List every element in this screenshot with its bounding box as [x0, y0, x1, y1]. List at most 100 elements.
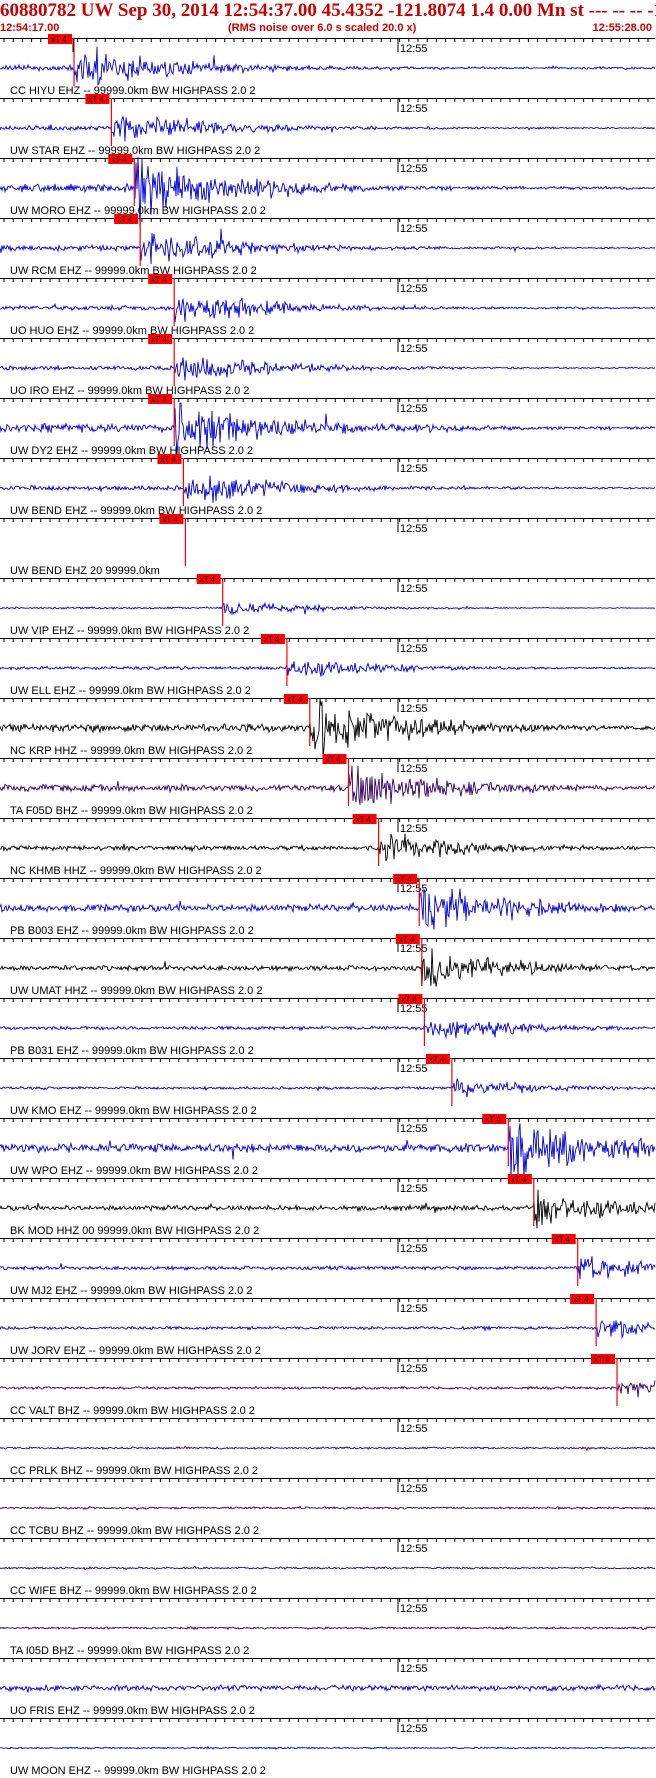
waveform-trace — [0, 888, 656, 930]
minute-tick-label: 12:55 — [400, 463, 428, 475]
pick-marker-label: xT 4 — [429, 1055, 445, 1064]
minute-tick-label: 12:55 — [400, 1363, 428, 1375]
minute-tick-label: 12:55 — [400, 703, 428, 715]
station-label: TA I05D BHZ -- 99999.0km BW HIGHPASS 2.0… — [10, 1645, 249, 1657]
pick-marker-label: xT 4 — [151, 275, 167, 284]
pick-marker-label: xT 4 — [117, 215, 133, 224]
waveform-trace — [0, 1565, 656, 1571]
station-label: UW ELL EHZ -- 99999.0km BW HIGHPASS 2.0 … — [10, 685, 251, 697]
pick-marker-label: xT 4 — [200, 575, 216, 584]
minute-tick-label: 12:55 — [400, 1723, 428, 1735]
minute-tick-label: 12:55 — [400, 283, 428, 295]
pick-marker-label: xT 4 — [326, 755, 342, 764]
pick-marker-label: xT 4 — [594, 1355, 610, 1364]
station-label: BK MOD HHZ 00 99999.0km BW HIGHPASS 2.0 … — [10, 1225, 259, 1237]
waveform-trace — [0, 1189, 656, 1229]
pick-marker-label: xT 4 — [485, 1115, 501, 1124]
waveform-trace — [0, 297, 656, 322]
minute-tick-label: 12:55 — [400, 1183, 428, 1195]
waveform-trace — [0, 765, 656, 805]
waveform-trace — [0, 1320, 656, 1339]
station-label: UW JORV EHZ -- 99999.0km BW HIGHPASS 2.0… — [10, 1345, 261, 1357]
pick-marker-label: xT 4 — [555, 1235, 571, 1244]
minute-tick-label: 12:55 — [400, 583, 428, 595]
station-label: TA F05D BHZ -- 99999.0km BW HIGHPASS 2.0… — [10, 805, 253, 817]
station-label: NC KHMB HHZ -- 99999.0km BW HIGHPASS 2.0… — [10, 865, 262, 877]
minute-tick-label: 12:55 — [400, 883, 428, 895]
waveform-trace — [0, 46, 656, 86]
waveform-trace — [0, 1256, 656, 1280]
station-label: CC TCBU BHZ -- 99999.0km BW HIGHPASS 2.0… — [10, 1525, 259, 1537]
minute-tick-label: 12:55 — [400, 103, 428, 115]
minute-tick-label: 12:55 — [400, 943, 428, 955]
station-label: UW VIP EHZ -- 99999.0km BW HIGHPASS 2.0 … — [10, 625, 249, 637]
station-label: UW RCM EHZ -- 99999.0km BW HIGHPASS 2.0 … — [10, 265, 257, 277]
pick-marker-label: xT 4 — [401, 995, 417, 1004]
station-label: NC KRP HHZ -- 99999.0km BW HIGHPASS 2.0 … — [10, 745, 252, 757]
waveform-trace — [0, 115, 656, 142]
pick-marker-label: xT 4 — [51, 35, 67, 44]
waveform-trace — [0, 1683, 656, 1693]
station-label: UW STAR EHZ -- 99999.0km BW HIGHPASS 2.0… — [10, 145, 260, 157]
minute-tick-label: 12:55 — [400, 1303, 428, 1315]
minute-tick-label: 12:55 — [400, 1483, 428, 1495]
minute-tick-label: 12:55 — [400, 43, 428, 55]
waveform-trace — [0, 833, 656, 862]
pick-marker-label: xT 4 — [160, 455, 176, 464]
waveform-trace — [0, 1078, 656, 1098]
pick-marker-label: xT 4 — [88, 95, 104, 104]
waveform-trace — [0, 1626, 656, 1631]
minute-tick-label: 12:55 — [400, 403, 428, 415]
minute-tick-label: 12:55 — [400, 1423, 428, 1435]
station-label: UW BEND EHZ 20 99999.0km — [10, 565, 160, 577]
pick-marker-label: xT 4 — [162, 515, 178, 524]
station-label: UO IRO EHZ -- 99999.0km BW HIGHPASS 2.0 … — [10, 385, 249, 397]
station-label: UW MOON EHZ -- 99999.0km BW HIGHPASS 2.0… — [10, 1765, 266, 1777]
waveform-trace — [0, 948, 656, 987]
minute-tick-label: 12:55 — [400, 523, 428, 535]
minute-tick-label: 12:55 — [400, 1663, 428, 1675]
waveform-trace — [0, 357, 656, 381]
waveform-trace — [0, 1505, 656, 1511]
pick-marker-label: xT 4 — [356, 815, 372, 824]
minute-tick-label: 12:55 — [400, 1003, 428, 1015]
waveform-trace — [0, 475, 656, 503]
waveform-trace — [0, 1745, 656, 1750]
station-label: UW UMAT HHZ -- 99999.0km BW HIGHPASS 2.0… — [10, 985, 262, 997]
pick-marker-label: xT 4 — [151, 335, 167, 344]
waveform-trace — [0, 1380, 656, 1398]
station-label: PB B031 EHZ -- 99999.0km BW HIGHPASS 2.0… — [10, 1045, 254, 1057]
minute-tick-label: 12:55 — [400, 1243, 428, 1255]
station-label: CC VALT BHZ -- 99999.0km BW HIGHPASS 2.0… — [10, 1405, 255, 1417]
pick-marker-label: xT 4 — [151, 395, 167, 404]
station-label: UW WPO EHZ -- 99999.0km BW HIGHPASS 2.0 … — [10, 1165, 258, 1177]
station-label: CC WIFE BHZ -- 99999.0km BW HIGHPASS 2.0… — [10, 1585, 257, 1597]
waveform-trace — [0, 661, 656, 677]
waveform-trace — [0, 601, 655, 616]
station-label: UW KMO EHZ -- 99999.0km BW HIGHPASS 2.0 … — [10, 1105, 257, 1117]
pick-marker-label: xT 4 — [573, 1295, 589, 1304]
minute-tick-label: 12:55 — [400, 1543, 428, 1555]
seismogram-plot: 12:55 CC HIYU EHZ -- 99999.0km BW HIGHPAS… — [0, 34, 656, 1777]
pick-marker-label: xT 4 — [111, 155, 127, 164]
station-label: PB B003 EHZ -- 99999.0km BW HIGHPASS 2.0… — [10, 925, 254, 937]
waveform-trace — [0, 1021, 656, 1039]
minute-tick-label: 12:55 — [400, 163, 428, 175]
minute-tick-label: 12:55 — [400, 763, 428, 775]
station-label: UW BEND EHZ -- 99999.0km BW HIGHPASS 2.0… — [10, 505, 262, 517]
pick-marker-label: xT 4 — [396, 875, 412, 884]
station-label: UW MJ2 EHZ -- 99999.0km BW HIGHPASS 2.0 … — [10, 1285, 252, 1297]
minute-tick-label: 12:55 — [400, 643, 428, 655]
minute-tick-label: 12:55 — [400, 1603, 428, 1615]
pick-marker-label: xT 4 — [287, 695, 303, 704]
minute-tick-label: 12:55 — [400, 343, 428, 355]
station-label: UO FRIS EHZ -- 99999.0km BW HIGHPASS 2.0… — [10, 1705, 255, 1717]
station-label: UW DY2 EHZ -- 99999.0km BW HIGHPASS 2.0 … — [10, 445, 253, 457]
minute-tick-label: 12:55 — [400, 1063, 428, 1075]
pick-marker-label: xT 4 — [399, 935, 415, 944]
pick-marker-label: xT 4 — [264, 635, 280, 644]
waveform-trace — [0, 228, 656, 265]
minute-tick-label: 12:55 — [400, 823, 428, 835]
minute-tick-label: 12:55 — [400, 1123, 428, 1135]
station-label: UO HUO EHZ -- 99999.0km BW HIGHPASS 2.0 … — [10, 325, 254, 337]
